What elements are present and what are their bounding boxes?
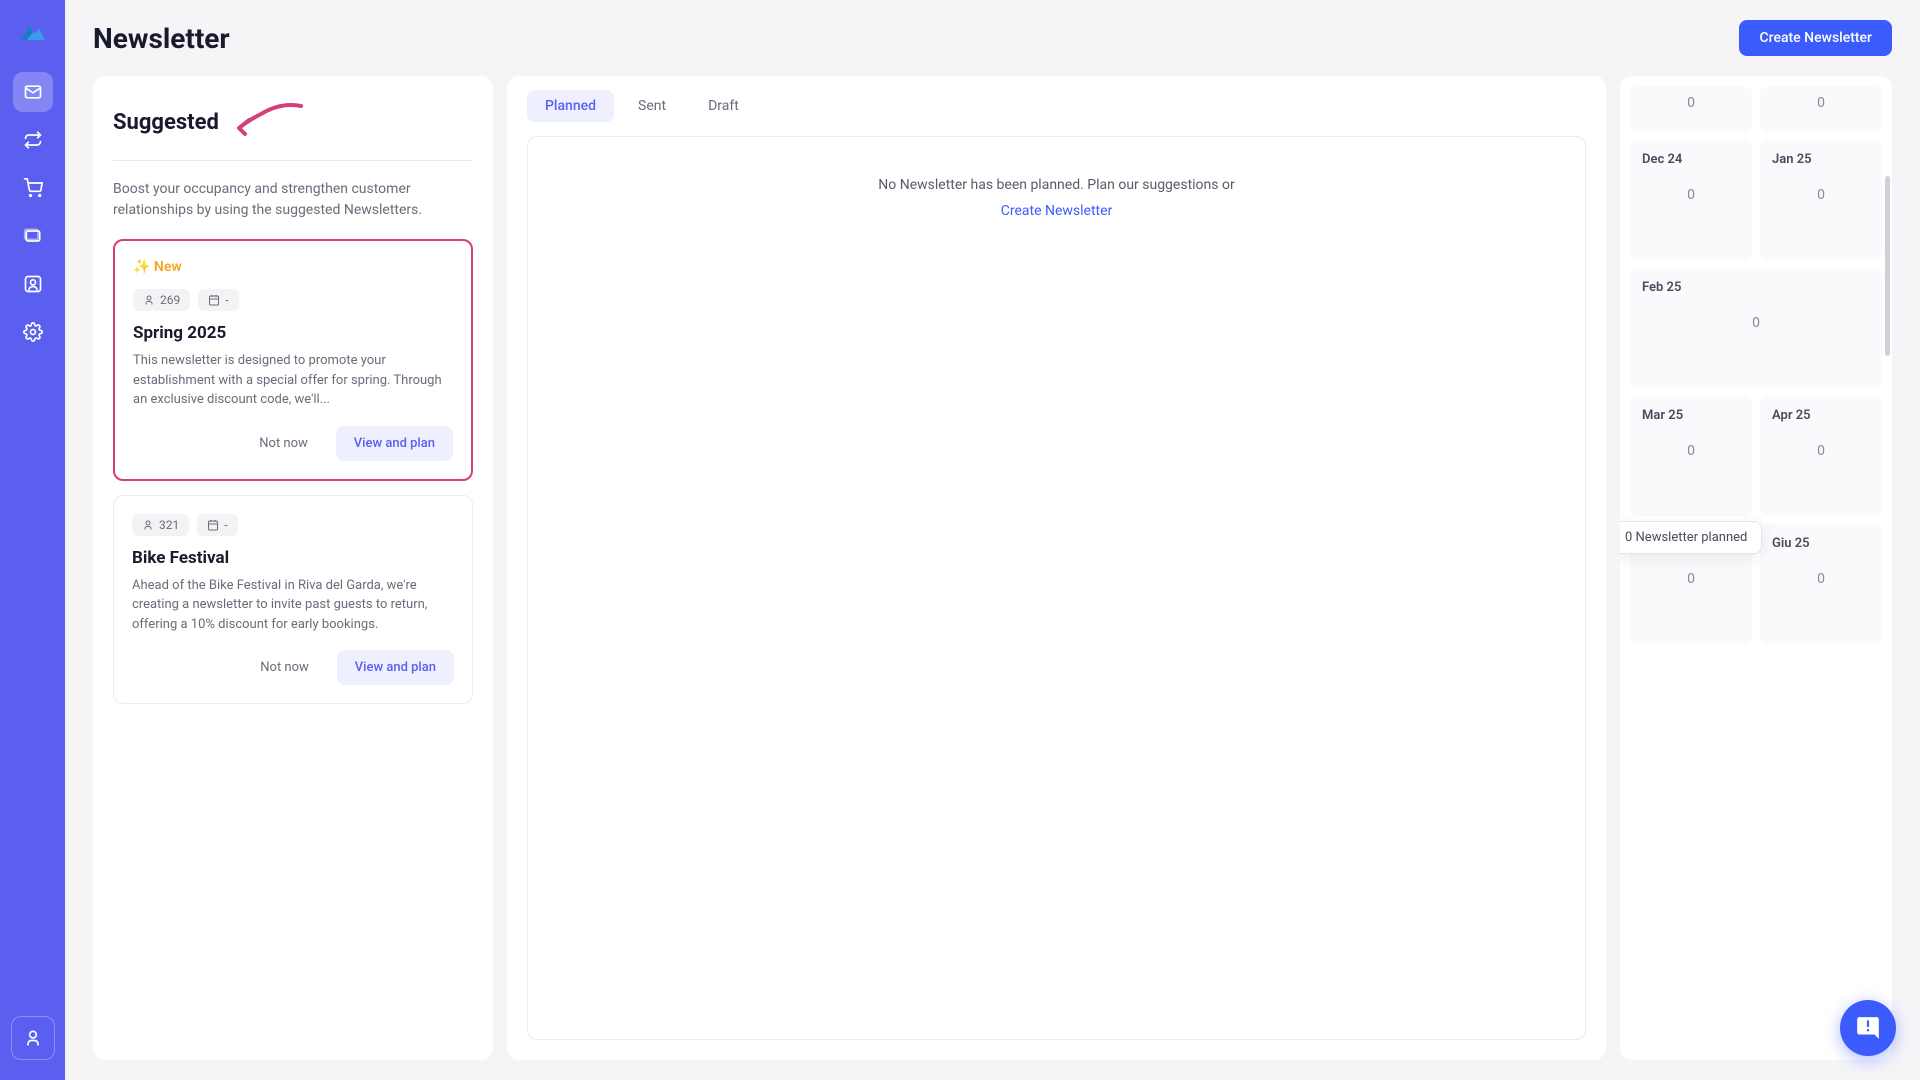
month-count: 0	[1642, 315, 1870, 331]
card-description: Ahead of the Bike Festival in Riva del G…	[132, 576, 454, 635]
month-label: Apr 25	[1772, 408, 1870, 423]
sidebar	[0, 0, 65, 1080]
suggested-panel: Suggested Boost your occupancy and stren…	[93, 76, 493, 1060]
scrollbar[interactable]	[1885, 176, 1890, 356]
chat-fab[interactable]	[1840, 1000, 1896, 1056]
month-cell-feb25[interactable]: Feb 25 0	[1630, 268, 1882, 388]
card-meta: 321 -	[132, 514, 454, 536]
month-label: Jan 25	[1772, 152, 1870, 167]
nav-refresh[interactable]	[13, 120, 53, 160]
people-count: 321	[159, 518, 179, 532]
nav-profile[interactable]	[13, 264, 53, 304]
arrow-annotation-icon	[231, 100, 305, 144]
suggestion-card-spring: ✨ New 269 - Spring 2025 This newsletter …	[113, 239, 473, 481]
month-count: 0	[1642, 443, 1740, 459]
month-cell-mar25[interactable]: Mar 25 0	[1630, 396, 1752, 516]
month-cell-apr25[interactable]: Apr 25 0	[1760, 396, 1882, 516]
people-chip: 321	[132, 514, 189, 536]
card-title: Spring 2025	[133, 323, 453, 343]
calendar-icon	[207, 519, 219, 531]
card-actions: Not now View and plan	[132, 650, 454, 685]
month-cell-dec24[interactable]: Dec 24 0	[1630, 140, 1752, 260]
month-cell[interactable]: 0	[1760, 86, 1882, 132]
header: Newsletter Create Newsletter	[93, 20, 1892, 56]
tab-sent[interactable]: Sent	[620, 90, 684, 122]
tabs: Planned Sent Draft	[527, 90, 1586, 122]
suggested-description: Boost your occupancy and strengthen cust…	[113, 179, 473, 221]
month-cell[interactable]: 0	[1630, 86, 1752, 132]
suggestion-card-bike: 321 - Bike Festival Ahead of the Bike Fe…	[113, 495, 473, 705]
month-label: Mar 25	[1642, 408, 1740, 423]
month-count: 0	[1772, 95, 1870, 111]
user-icon	[142, 519, 154, 531]
center-panel: Planned Sent Draft No Newsletter has bee…	[507, 76, 1606, 1060]
calendar-panel: 0 0 Dec 24 0 Jan 25 0 Feb 25 0	[1620, 76, 1892, 1060]
suggested-title: Suggested	[113, 110, 219, 135]
nav-settings[interactable]	[13, 312, 53, 352]
new-badge: ✨ New	[133, 259, 453, 275]
logo[interactable]	[17, 16, 49, 48]
date-chip: -	[197, 514, 237, 536]
chat-icon	[1855, 1015, 1881, 1041]
create-newsletter-button[interactable]: Create Newsletter	[1739, 20, 1892, 56]
card-description: This newsletter is designed to promote y…	[133, 351, 453, 410]
people-chip: 269	[133, 289, 190, 311]
date-value: -	[225, 293, 228, 307]
page-title: Newsletter	[93, 22, 230, 55]
tooltip: 0 Newsletter planned	[1620, 521, 1762, 554]
card-title: Bike Festival	[132, 548, 454, 568]
month-cell-giu25[interactable]: Giu 25 0	[1760, 524, 1882, 644]
month-grid: 0 0 Dec 24 0 Jan 25 0 Feb 25 0	[1630, 86, 1882, 644]
content: Suggested Boost your occupancy and stren…	[93, 76, 1892, 1060]
create-newsletter-link[interactable]: Create Newsletter	[1001, 203, 1113, 219]
view-plan-button[interactable]: View and plan	[336, 426, 453, 461]
card-actions: Not now View and plan	[133, 426, 453, 461]
month-label: Dec 24	[1642, 152, 1740, 167]
month-count: 0	[1772, 187, 1870, 203]
month-label: Giu 25	[1772, 536, 1870, 551]
month-cell-jan25[interactable]: Jan 25 0	[1760, 140, 1882, 260]
tab-draft[interactable]: Draft	[690, 90, 757, 122]
nav-mail[interactable]	[13, 72, 53, 112]
card-meta: 269 -	[133, 289, 453, 311]
suggested-header: Suggested	[113, 100, 473, 161]
nav-cart[interactable]	[13, 168, 53, 208]
nav-user[interactable]	[11, 1016, 55, 1060]
tab-planned[interactable]: Planned	[527, 90, 614, 122]
date-chip: -	[198, 289, 238, 311]
empty-state-text: No Newsletter has been planned. Plan our…	[878, 177, 1234, 193]
not-now-button[interactable]: Not now	[241, 426, 326, 461]
month-count: 0	[1772, 571, 1870, 587]
nav-collections[interactable]	[13, 216, 53, 256]
date-value: -	[224, 518, 227, 532]
month-count: 0	[1642, 95, 1740, 111]
people-count: 269	[160, 293, 180, 307]
month-count: 0	[1772, 443, 1870, 459]
month-label: Feb 25	[1642, 280, 1870, 295]
view-plan-button[interactable]: View and plan	[337, 650, 454, 685]
month-count: 0	[1642, 571, 1740, 587]
not-now-button[interactable]: Not now	[242, 650, 327, 685]
month-count: 0	[1642, 187, 1740, 203]
main-area: Newsletter Create Newsletter Suggested B…	[65, 0, 1920, 1080]
tab-content: No Newsletter has been planned. Plan our…	[527, 136, 1586, 1040]
calendar-icon	[208, 294, 220, 306]
user-icon	[143, 294, 155, 306]
